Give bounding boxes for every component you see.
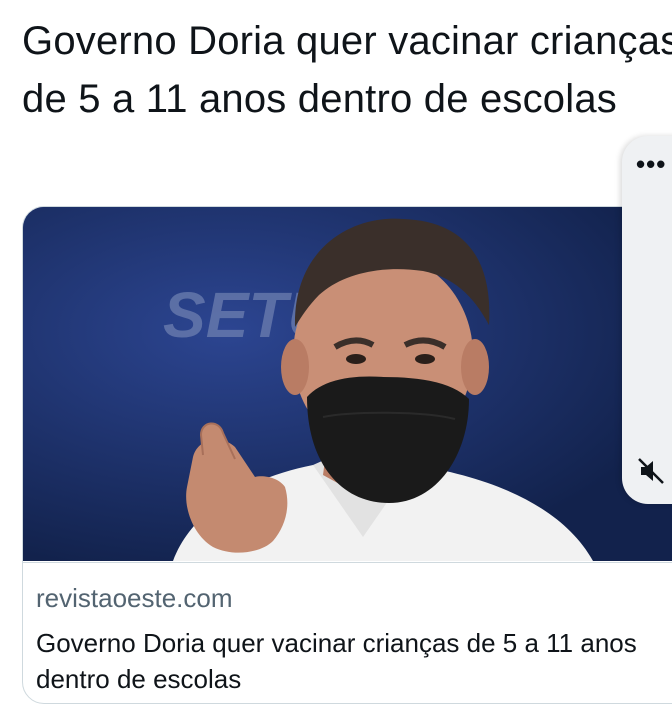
card-title: Governo Doria quer vacinar crianças de 5… [36, 628, 637, 694]
card-meta[interactable]: revistaoeste.com Governo Doria quer vaci… [23, 562, 672, 703]
right-eye [415, 354, 435, 364]
tweet-text: Governo Doria quer vacinar crianças de 5… [22, 19, 672, 121]
speaker-muted-glyph [638, 458, 664, 484]
more-horizontal-icon[interactable]: ••• [636, 151, 666, 177]
card-image[interactable]: SETUP [23, 207, 672, 561]
link-preview-card[interactable]: SETUP revistaoeste.com Governo Doria que… [22, 206, 672, 704]
left-ear [281, 339, 309, 395]
speaker-muted-icon[interactable] [636, 456, 666, 486]
right-ear [461, 339, 489, 395]
left-eye [346, 354, 366, 364]
press-photo: SETUP [23, 207, 672, 561]
card-domain: revistaoeste.com [36, 583, 233, 613]
tweet-view: Governo Doria quer vacinar crianças de 5… [0, 0, 672, 710]
media-controls-panel: ••• [622, 136, 672, 504]
